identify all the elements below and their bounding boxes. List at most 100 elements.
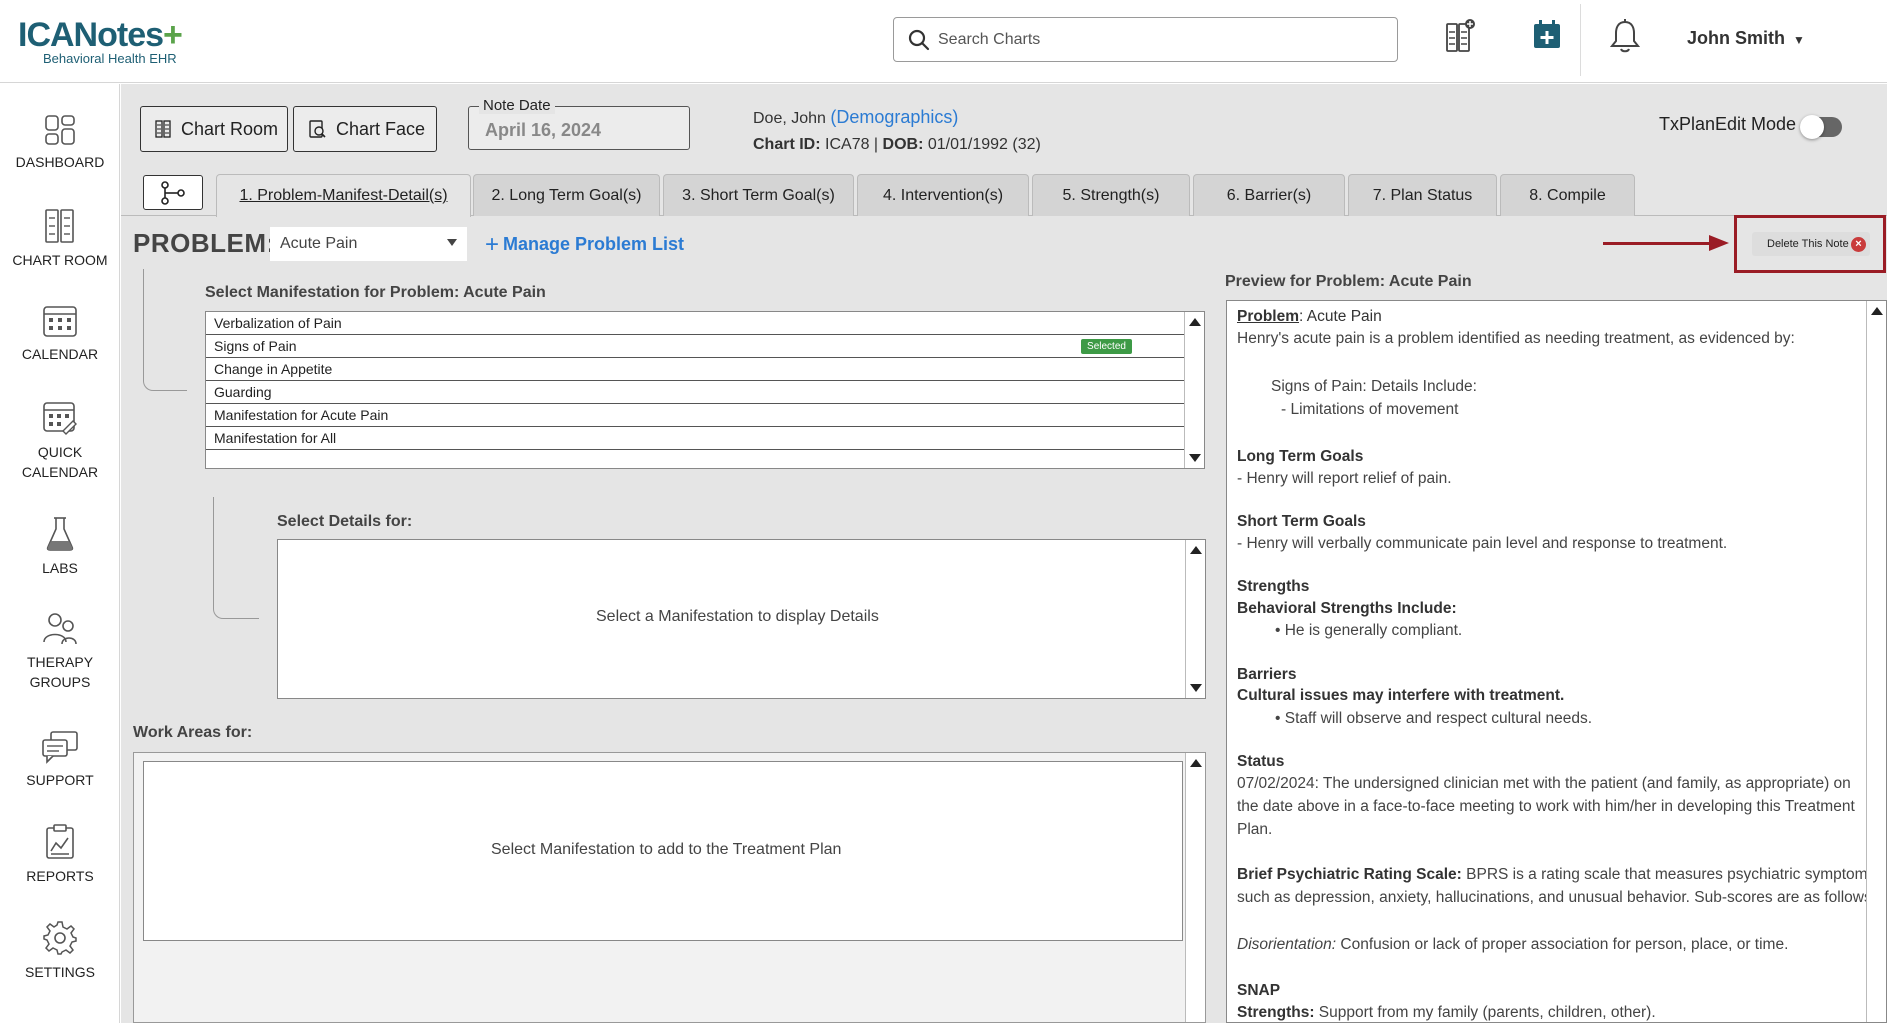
sidebar-item-support[interactable]: SUPPORT	[0, 730, 120, 790]
sidebar-item-label: SUPPORT	[26, 772, 94, 788]
chart-room-icon	[45, 209, 74, 243]
manifestation-item[interactable]: Verbalization of Pain	[206, 312, 1185, 335]
sidebar-item-chart-room[interactable]: CHART ROOM	[0, 208, 120, 270]
tab-strengths[interactable]: 5. Strength(s)	[1032, 174, 1190, 216]
chart-face-button[interactable]: Chart Face	[293, 106, 437, 152]
flask-icon	[46, 517, 74, 551]
sidebar-item-labs[interactable]: LABS	[0, 516, 120, 578]
tab-short-term-goals[interactable]: 3. Short Term Goal(s)	[663, 174, 854, 216]
preview-sign-detail: - Limitations of movement	[1281, 401, 1459, 418]
preview-status-line: the date above in a face-to-face meeting…	[1237, 798, 1855, 815]
problem-select[interactable]: Acute Pain	[270, 227, 467, 261]
scroll-down-icon[interactable]	[1189, 454, 1201, 462]
sidebar-item-label: REPORTS	[26, 868, 94, 884]
preview-strengths-item-text: He is generally compliant.	[1284, 622, 1463, 639]
manifestation-item-label: Signs of Pain	[214, 338, 297, 354]
close-circle-icon: ×	[1851, 237, 1866, 252]
work-areas-scrollbar[interactable]	[1185, 753, 1205, 1022]
scroll-up-icon[interactable]	[1190, 759, 1202, 767]
search-input[interactable]	[938, 26, 1378, 54]
manage-problem-list-link[interactable]: + Manage Problem List	[485, 231, 684, 259]
search-box[interactable]	[893, 17, 1398, 62]
preview-ltg-item: - Henry will report relief of pain.	[1237, 470, 1452, 487]
work-areas-panel: Select Manifestation to add to the Treat…	[133, 752, 1206, 1023]
user-menu[interactable]: John Smith ▼	[1687, 28, 1805, 49]
delete-note-button[interactable]: Delete This Note ×	[1752, 232, 1870, 256]
tab-long-term-goals[interactable]: 2. Long Term Goal(s)	[473, 174, 660, 216]
main-area: Chart Room Chart Face Note Date April 16…	[121, 84, 1887, 1023]
sidebar-item-label: THERAPY	[26, 654, 94, 670]
dob-label: DOB:	[882, 136, 924, 153]
tree-connector	[213, 497, 259, 619]
preview-intro: Henry's acute pain is a problem identifi…	[1237, 330, 1795, 347]
manifestation-item[interactable]: Manifestation for All	[206, 427, 1185, 450]
sidebar-item-reports[interactable]: REPORTS	[0, 824, 120, 886]
txplan-edit-mode-toggle[interactable]	[1800, 115, 1842, 139]
bell-icon[interactable]	[1608, 18, 1646, 58]
chart-id-value: ICA78	[825, 136, 870, 153]
manifestation-item[interactable]: Change in Appetite	[206, 358, 1185, 381]
tab-barriers[interactable]: 6. Barrier(s)	[1193, 174, 1345, 216]
scroll-up-icon[interactable]	[1190, 546, 1202, 554]
add-chart-icon[interactable]	[1444, 18, 1482, 58]
chart-face-icon	[309, 120, 326, 138]
plus-icon: +	[485, 231, 500, 258]
preview-bprs-text: BPRS is a rating scale that measures psy…	[1461, 866, 1876, 883]
scroll-up-icon[interactable]	[1871, 307, 1883, 315]
work-area-content: Select Manifestation to add to the Treat…	[143, 761, 1183, 941]
tree-connector	[143, 269, 187, 391]
sidebar-item-quick-calendar[interactable]: QUICK CALENDAR	[0, 400, 120, 482]
preview-disorientation-text: Confusion or lack of proper association …	[1336, 936, 1789, 953]
icanotes-logo[interactable]: ICANotes+ Behavioral Health EHR	[18, 18, 183, 66]
preview-panel: Problem: Acute Pain Henry's acute pain i…	[1226, 300, 1887, 1023]
demographics-link[interactable]: (Demographics)	[830, 107, 958, 127]
sidebar-item-label: CHART ROOM	[12, 252, 108, 268]
sidebar-item-label: DASHBOARD	[15, 154, 105, 170]
manifestation-item[interactable]: Manifestation for Acute Pain	[206, 404, 1185, 427]
preview-snap-strengths-text: Support from my family (parents, childre…	[1314, 1004, 1656, 1021]
chart-room-icon	[155, 120, 171, 138]
chart-id-label: Chart ID:	[753, 136, 821, 153]
annotation-arrow-shaft	[1603, 242, 1713, 245]
txplan-edit-mode-label: TxPlanEdit Mode	[1659, 114, 1797, 134]
scroll-down-icon[interactable]	[1190, 684, 1202, 692]
sidebar: DASHBOARD CHART ROOM CALENDAR QUICK CALE…	[0, 84, 120, 1023]
chart-room-label: Chart Room	[181, 118, 279, 139]
calendar-icon	[43, 306, 77, 337]
tab-interventions[interactable]: 4. Intervention(s)	[857, 174, 1029, 216]
sidebar-item-label: SETTINGS	[24, 964, 95, 980]
preview-disorientation-label: Disorientation:	[1237, 936, 1337, 953]
manifestation-scrollbar[interactable]	[1184, 312, 1204, 468]
details-scrollbar[interactable]	[1185, 540, 1205, 698]
tab-plan-status[interactable]: 7. Plan Status	[1348, 174, 1497, 216]
scroll-up-icon[interactable]	[1189, 318, 1201, 326]
tab-compile[interactable]: 8. Compile	[1500, 174, 1635, 216]
chart-face-label: Chart Face	[336, 118, 426, 139]
calendar-add-icon[interactable]	[1530, 18, 1568, 58]
sidebar-item-therapy-groups[interactable]: THERAPY GROUPS	[0, 612, 120, 692]
note-date-label: Note Date	[479, 97, 555, 114]
delete-note-label: Delete This Note	[1767, 238, 1849, 250]
sidebar-item-calendar[interactable]: CALENDAR	[0, 304, 120, 364]
support-icon	[42, 731, 78, 764]
chevron-down-icon	[447, 239, 457, 246]
preview-strengths-sub: Behavioral Strengths Include:	[1237, 600, 1457, 617]
dashboard-icon	[45, 115, 75, 145]
note-date-field[interactable]: Note Date April 16, 2024	[468, 97, 690, 150]
manifestation-item-selected[interactable]: Signs of Pain Selected	[206, 335, 1185, 358]
note-date-value: April 16, 2024	[485, 120, 602, 140]
search-icon	[908, 29, 930, 51]
manifestation-item[interactable]: Guarding	[206, 381, 1185, 404]
settings-icon	[43, 921, 77, 955]
chevron-down-icon: ▼	[1793, 33, 1805, 47]
preview-scrollbar[interactable]	[1866, 301, 1886, 1022]
sidebar-item-settings[interactable]: SETTINGS	[0, 920, 120, 982]
manifestation-list: Verbalization of Pain Signs of Pain Selec…	[205, 311, 1205, 469]
tab-problem-manifest-detail[interactable]: 1. Problem-Manifest-Detail(s)	[216, 174, 471, 217]
preview-problem-line: Problem: Acute Pain	[1237, 305, 1382, 328]
patient-name: Doe, John	[753, 110, 826, 127]
sidebar-item-dashboard[interactable]: DASHBOARD	[0, 114, 120, 172]
chart-room-button[interactable]: Chart Room	[140, 106, 288, 152]
header-divider	[1580, 4, 1581, 76]
tab-flow-icon-button[interactable]	[143, 175, 203, 210]
